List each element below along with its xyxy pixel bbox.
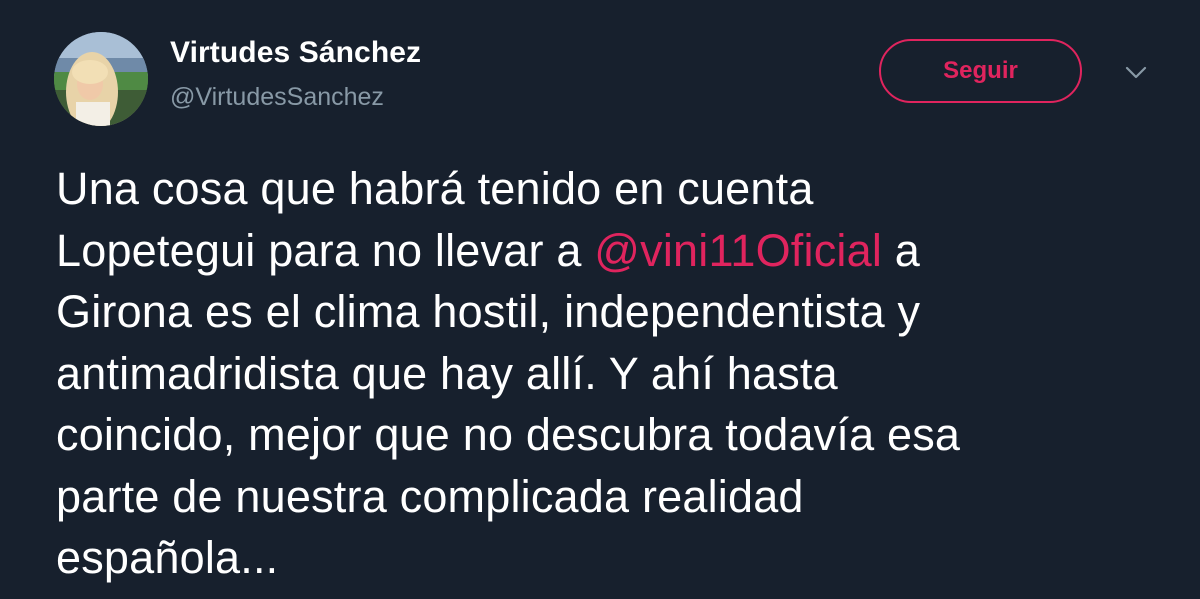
- tweet-line: Una cosa que habrá tenido en cuenta: [56, 163, 814, 214]
- tweet-card: Virtudes Sánchez @VirtudesSanchez Seguir…: [0, 0, 1200, 599]
- tweet-line-text: Lopetegui para no llevar a: [56, 224, 595, 276]
- tweet-line: española...: [56, 532, 279, 583]
- tweet-line: Lopetegui para no llevar a @vini11Oficia…: [56, 220, 1166, 282]
- author-handle[interactable]: @VirtudesSanchez: [170, 83, 384, 112]
- tweet-text: Una cosa que habrá tenido en cuenta Lope…: [56, 158, 1166, 589]
- chevron-down-icon[interactable]: [1118, 58, 1154, 88]
- avatar-image: [54, 32, 148, 126]
- tweet-line-text: a: [882, 224, 920, 276]
- tweet-line: parte de nuestra complicada realidad: [56, 470, 804, 522]
- tweet-line: Girona es el clima hostil, independentis…: [56, 286, 921, 337]
- mention-link[interactable]: @vini11Oficial: [594, 225, 882, 276]
- tweet-line: antimadridista que hay allí. Y ahí hasta: [56, 347, 838, 399]
- avatar[interactable]: [54, 32, 148, 126]
- follow-button[interactable]: Seguir: [879, 39, 1082, 103]
- tweet-line: coincido, mejor que no descubra todavía …: [56, 409, 961, 460]
- author-name[interactable]: Virtudes Sánchez: [170, 36, 421, 70]
